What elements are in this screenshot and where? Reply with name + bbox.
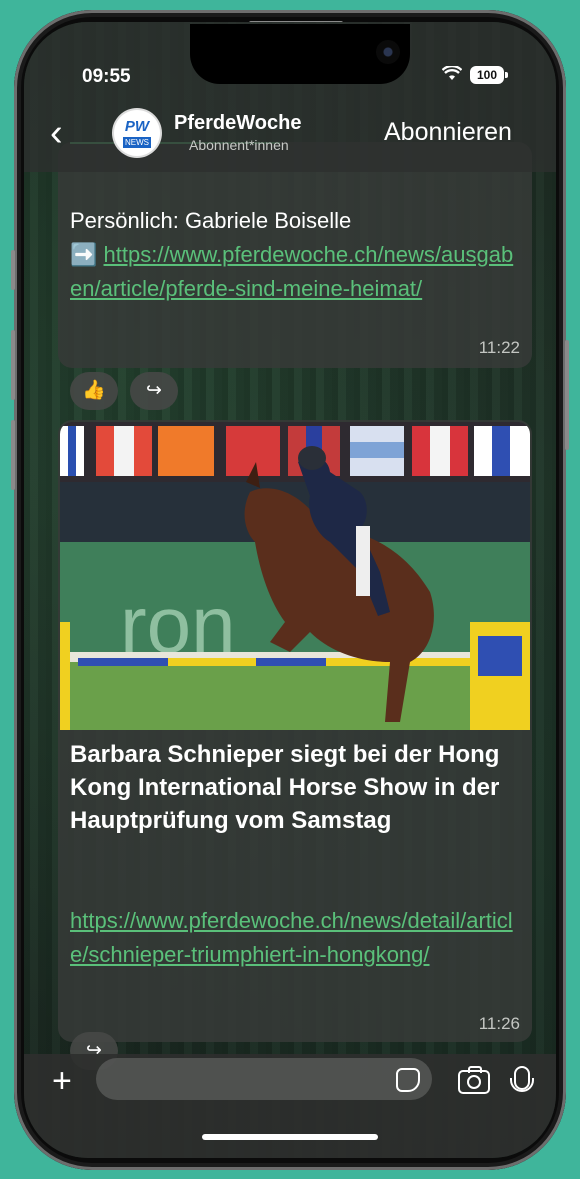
message-bubble[interactable]: ron Barbara Schnieper siegt bei der Hong… — [58, 420, 532, 1042]
message-link-block: https://www.pferdewoche.ch/news/detail/a… — [70, 904, 522, 972]
volume-down-button — [11, 420, 15, 490]
back-chevron-icon[interactable]: ‹ — [50, 114, 63, 152]
microphone-icon[interactable] — [510, 1066, 534, 1092]
article-link[interactable]: https://www.pferdewoche.ch/news/ausgaben… — [70, 242, 513, 301]
home-indicator[interactable] — [202, 1134, 378, 1140]
status-time: 09:55 — [82, 66, 131, 87]
screen: Persönlich: Gabriele Boiselle ➡️ https:/… — [24, 22, 556, 1158]
plus-icon[interactable]: + — [52, 1064, 72, 1098]
dynamic-island — [190, 24, 410, 84]
message-time: 11:26 — [478, 1014, 520, 1033]
wifi-icon — [441, 64, 463, 87]
camera-icon[interactable] — [458, 1066, 490, 1094]
channel-subtitle: Abonnent*innen — [189, 137, 289, 153]
message-bubble[interactable]: Persönlich: Gabriele Boiselle ➡️ https:/… — [58, 142, 532, 368]
article-headline: Barbara Schnieper siegt bei der Hong Kon… — [70, 741, 500, 834]
message-input[interactable] — [96, 1058, 432, 1100]
chat-header: 09:55 100 ‹ PW NEWS PferdeWoche Abonnent… — [24, 22, 556, 172]
avatar-logo-text: PW — [124, 118, 150, 135]
arrow-right-icon: ➡️ — [70, 242, 98, 267]
article-link[interactable]: https://www.pferdewoche.ch/news/detail/a… — [70, 908, 513, 967]
volume-up-button — [11, 330, 15, 400]
message-time: 11:22 — [478, 338, 520, 357]
battery-icon: 100 — [470, 66, 508, 84]
avatar-logo-badge: NEWS — [123, 137, 151, 148]
article-photo[interactable]: ron — [60, 422, 530, 730]
mute-switch — [11, 250, 15, 290]
show-jumping-image: ron — [60, 422, 530, 730]
subscribe-button[interactable]: Abonnieren — [384, 118, 512, 147]
channel-title[interactable]: PferdeWoche — [174, 112, 301, 135]
channel-avatar[interactable]: PW NEWS — [114, 110, 160, 156]
forward-icon[interactable]: ↪ — [130, 372, 178, 410]
front-camera-icon — [376, 40, 400, 64]
sticker-icon[interactable] — [396, 1068, 420, 1092]
thumbs-up-reaction[interactable]: 👍 — [70, 372, 118, 410]
message-body: Persönlich: Gabriele Boiselle — [70, 208, 352, 233]
power-button — [565, 340, 569, 450]
message-text: Persönlich: Gabriele Boiselle ➡️ https:/… — [70, 204, 520, 306]
